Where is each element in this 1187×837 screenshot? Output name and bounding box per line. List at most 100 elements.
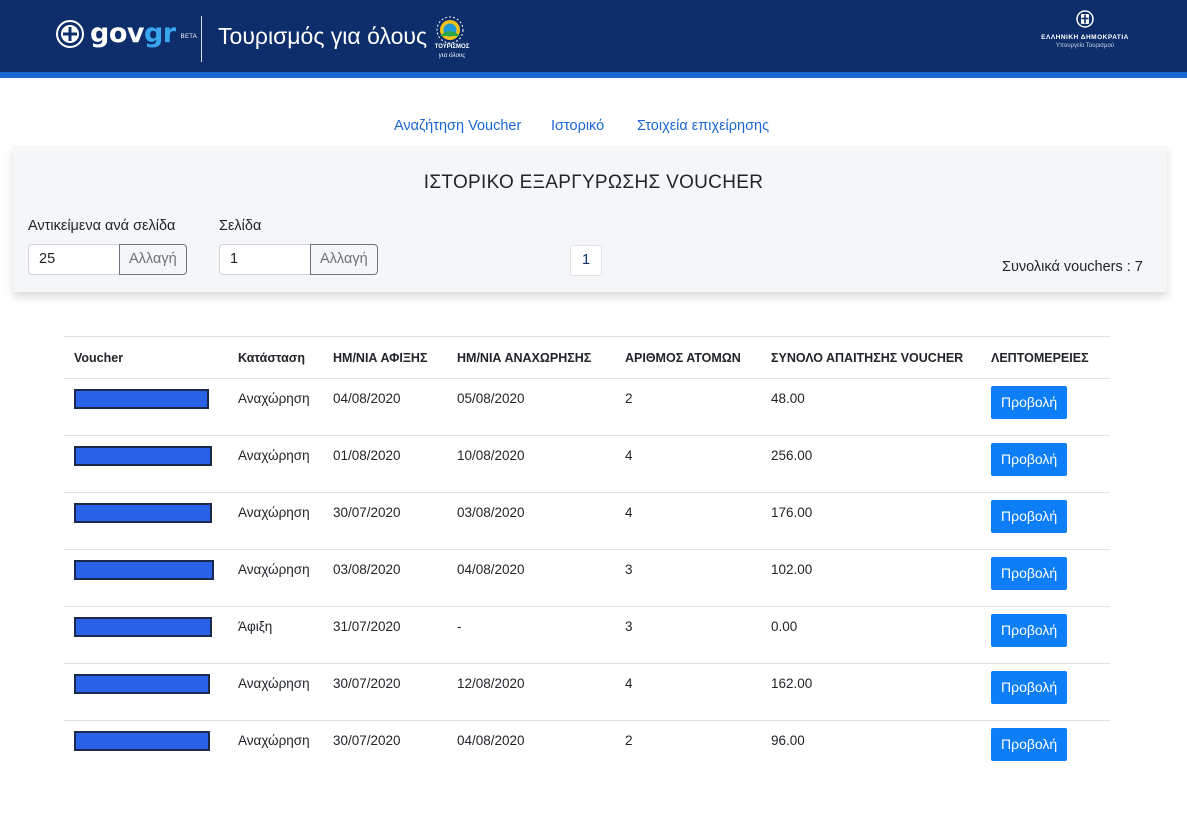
- header-stripe: [0, 72, 1187, 78]
- redacted-voucher-code: [74, 617, 212, 637]
- total-cell: 48.00: [761, 378, 981, 436]
- voucher-cell: [64, 549, 228, 607]
- per-page-input[interactable]: 25: [28, 244, 119, 275]
- view-button[interactable]: Προβολή: [991, 614, 1068, 647]
- tourism-logo-line2: για όλους: [438, 51, 466, 59]
- status-cell: Αναχώρηση: [228, 549, 323, 607]
- main-nav: Αναζήτηση Voucher Ιστορικό Στοιχεία επιχ…: [0, 118, 1187, 138]
- sun-logo-icon: [436, 16, 464, 44]
- voucher-cell: [64, 492, 228, 550]
- col-status: Κατάσταση: [228, 336, 323, 379]
- per-page-group: 25 Αλλαγή: [28, 244, 187, 275]
- govgr-logo[interactable]: govgr BETA: [56, 20, 197, 48]
- persons-cell: 4: [615, 435, 761, 493]
- table-row: Αναχώρηση 30/07/2020 12/08/2020 4 162.00…: [64, 663, 1110, 721]
- status-cell: Αναχώρηση: [228, 378, 323, 436]
- details-cell: Προβολή: [981, 549, 1110, 607]
- view-button[interactable]: Προβολή: [991, 443, 1068, 476]
- pagination-page-1[interactable]: 1: [570, 245, 602, 276]
- page-group: 1 Αλλαγή: [219, 244, 378, 275]
- departure-cell: 05/08/2020: [447, 378, 615, 436]
- page-label: Σελίδα: [219, 218, 262, 234]
- page-title: ΙΣΤΟΡΙΚΟ ΕΞΑΡΓΥΡΩΣΗΣ VOUCHER: [423, 172, 764, 193]
- view-button[interactable]: Προβολή: [991, 500, 1068, 533]
- departure-cell: 10/08/2020: [447, 435, 615, 493]
- redacted-voucher-code: [74, 674, 210, 694]
- tourism-for-all-logo: ΤΟΥΡΙΣΜΟΣ για όλους: [424, 14, 476, 62]
- page-input[interactable]: 1: [219, 244, 310, 275]
- voucher-cell: [64, 720, 228, 778]
- persons-cell: 2: [615, 720, 761, 778]
- beta-badge: BETA: [180, 34, 198, 40]
- nav-voucher-search[interactable]: Αναζήτηση Voucher: [394, 118, 521, 134]
- ministry-text: Υπουργείο Τουρισμού: [1055, 43, 1115, 49]
- arrival-cell: 01/08/2020: [323, 435, 447, 493]
- voucher-cell: [64, 606, 228, 664]
- table-row: Αναχώρηση 04/08/2020 05/08/2020 2 48.00 …: [64, 378, 1110, 436]
- redacted-voucher-code: [74, 503, 212, 523]
- arrival-cell: 30/07/2020: [323, 720, 447, 778]
- arrival-cell: 30/07/2020: [323, 492, 447, 550]
- details-cell: Προβολή: [981, 663, 1110, 721]
- status-cell: Αναχώρηση: [228, 663, 323, 721]
- voucher-cell: [64, 435, 228, 493]
- nav-history[interactable]: Ιστορικό: [551, 118, 604, 134]
- tourism-logo-line1: ΤΟΥΡΙΣΜΟΣ: [434, 44, 470, 50]
- col-arrival: ΗΜ/ΝΙΑ ΑΦΙΞΗΣ: [323, 336, 447, 379]
- greek-emblem-icon: [56, 20, 84, 48]
- table-row: Αναχώρηση 30/07/2020 03/08/2020 4 176.00…: [64, 492, 1110, 550]
- status-cell: Άφιξη: [228, 606, 323, 664]
- col-total: ΣΥΝΟΛΟ ΑΠΑΙΤΗΣΗΣ VOUCHER: [761, 336, 981, 379]
- persons-cell: 2: [615, 378, 761, 436]
- col-voucher: Voucher: [64, 336, 228, 379]
- redacted-voucher-code: [74, 731, 210, 751]
- republic-text: ΕΛΛΗΝΙΚΗ ΔΗΜΟΚΡΑΤΙΑ: [1041, 34, 1129, 41]
- view-button[interactable]: Προβολή: [991, 728, 1068, 761]
- table-row: Αναχώρηση 30/07/2020 04/08/2020 2 96.00 …: [64, 720, 1110, 778]
- persons-cell: 3: [615, 606, 761, 664]
- status-cell: Αναχώρηση: [228, 435, 323, 493]
- status-cell: Αναχώρηση: [228, 492, 323, 550]
- per-page-change-button[interactable]: Αλλαγή: [119, 244, 187, 275]
- total-vouchers: Συνολικά vouchers : 7: [1002, 259, 1143, 275]
- departure-cell: 04/08/2020: [447, 720, 615, 778]
- redacted-voucher-code: [74, 560, 214, 580]
- total-cell: 102.00: [761, 549, 981, 607]
- departure-cell: 12/08/2020: [447, 663, 615, 721]
- details-cell: Προβολή: [981, 492, 1110, 550]
- details-cell: Προβολή: [981, 378, 1110, 436]
- coat-of-arms-icon: [1076, 10, 1094, 28]
- table-header-row: Voucher Κατάσταση ΗΜ/ΝΙΑ ΑΦΙΞΗΣ ΗΜ/ΝΙΑ Α…: [64, 336, 1110, 379]
- view-button[interactable]: Προβολή: [991, 557, 1068, 590]
- arrival-cell: 30/07/2020: [323, 663, 447, 721]
- voucher-cell: [64, 378, 228, 436]
- total-cell: 0.00: [761, 606, 981, 664]
- persons-cell: 3: [615, 549, 761, 607]
- voucher-cell: [64, 663, 228, 721]
- table-row: Άφιξη 31/07/2020 - 3 0.00 Προβολή: [64, 606, 1110, 664]
- nav-business-info[interactable]: Στοιχεία επιχείρησης: [637, 118, 769, 134]
- details-cell: Προβολή: [981, 720, 1110, 778]
- details-cell: Προβολή: [981, 435, 1110, 493]
- table-row: Αναχώρηση 01/08/2020 10/08/2020 4 256.00…: [64, 435, 1110, 493]
- view-button[interactable]: Προβολή: [991, 671, 1068, 704]
- total-cell: 176.00: [761, 492, 981, 550]
- header-divider: [201, 16, 202, 62]
- top-header: govgr BETA Τουρισμός για όλους ΤΟΥΡΙΣΜΟΣ…: [0, 0, 1187, 72]
- details-cell: Προβολή: [981, 606, 1110, 664]
- status-cell: Αναχώρηση: [228, 720, 323, 778]
- view-button[interactable]: Προβολή: [991, 386, 1068, 419]
- departure-cell: 04/08/2020: [447, 549, 615, 607]
- total-cell: 256.00: [761, 435, 981, 493]
- table-row: Αναχώρηση 03/08/2020 04/08/2020 3 102.00…: [64, 549, 1110, 607]
- brand-gov-text: govgr: [90, 18, 176, 49]
- page-change-button[interactable]: Αλλαγή: [310, 244, 378, 275]
- arrival-cell: 03/08/2020: [323, 549, 447, 607]
- arrival-cell: 04/08/2020: [323, 378, 447, 436]
- col-persons: ΑΡΙΘΜΟΣ ΑΤΟΜΩΝ: [615, 336, 761, 379]
- col-details: ΛΕΠΤΟΜΕΡΕΙΕΣ: [981, 336, 1110, 379]
- departure-cell: 03/08/2020: [447, 492, 615, 550]
- redacted-voucher-code: [74, 446, 212, 466]
- per-page-label: Αντικείμενα ανά σελίδα: [28, 218, 176, 234]
- redacted-voucher-code: [74, 389, 209, 409]
